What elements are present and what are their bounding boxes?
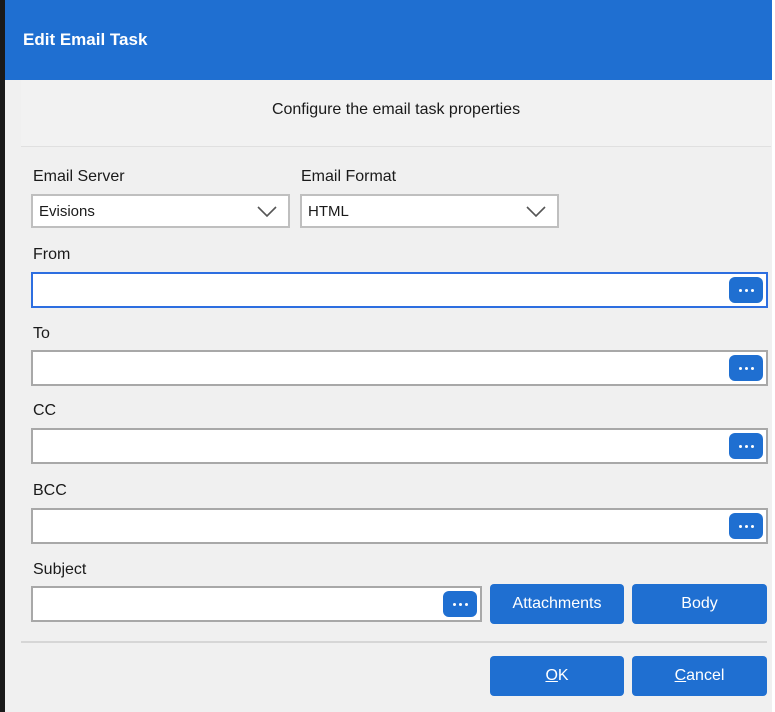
edit-email-task-dialog: Edit Email Task Configure the email task…	[0, 0, 775, 712]
from-label: From	[33, 246, 71, 263]
cancel-button[interactable]: Cancel	[632, 656, 767, 696]
title-bar[interactable]: Edit Email Task	[5, 0, 772, 80]
to-input[interactable]	[33, 352, 766, 384]
email-server-label: Email Server	[33, 168, 125, 185]
dialog-title: Edit Email Task	[23, 30, 148, 49]
subject-label: Subject	[33, 561, 87, 578]
header-banner: Configure the email task properties	[21, 80, 771, 147]
ellipsis-icon[interactable]	[443, 591, 477, 617]
bcc-label: BCC	[33, 482, 67, 499]
ellipsis-icon[interactable]	[729, 355, 763, 381]
ok-button-label: OK	[545, 667, 569, 684]
email-format-value: HTML	[308, 203, 349, 220]
window-border	[0, 0, 5, 712]
chevron-down-icon	[257, 206, 277, 218]
cc-label: CC	[33, 402, 57, 419]
ok-button[interactable]: OK	[490, 656, 624, 696]
body-button[interactable]: Body	[632, 584, 767, 624]
ellipsis-icon[interactable]	[729, 277, 763, 303]
email-server-select[interactable]: Evisions	[31, 194, 290, 228]
body-button-label: Body	[681, 595, 718, 612]
cancel-button-label: Cancel	[674, 667, 725, 684]
subject-field[interactable]	[31, 586, 482, 622]
to-field[interactable]	[31, 350, 768, 386]
banner-text: Configure the email task properties	[271, 101, 521, 118]
ellipsis-icon[interactable]	[729, 433, 763, 459]
subject-input[interactable]	[33, 588, 480, 620]
to-label: To	[33, 325, 50, 342]
chevron-down-icon	[526, 206, 546, 218]
attachments-button[interactable]: Attachments	[490, 584, 624, 624]
footer-divider	[21, 641, 767, 643]
email-format-select[interactable]: HTML	[300, 194, 559, 228]
from-input[interactable]	[33, 274, 766, 306]
email-format-label: Email Format	[301, 168, 397, 185]
cc-field[interactable]	[31, 428, 768, 464]
attachments-button-label: Attachments	[512, 595, 602, 612]
bcc-field[interactable]	[31, 508, 768, 544]
from-field[interactable]	[31, 272, 768, 308]
cc-input[interactable]	[33, 430, 766, 462]
ellipsis-icon[interactable]	[729, 513, 763, 539]
bcc-input[interactable]	[33, 510, 766, 542]
email-server-value: Evisions	[39, 203, 95, 220]
